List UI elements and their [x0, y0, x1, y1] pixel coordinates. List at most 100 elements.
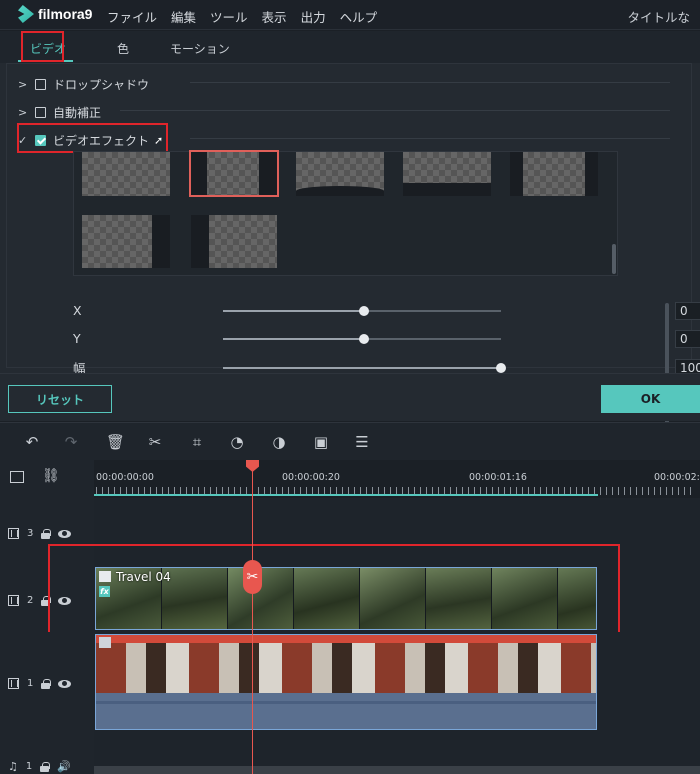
- logo-text: filmora9: [38, 6, 93, 22]
- effect-wave[interactable]: [296, 152, 384, 196]
- tab-motion[interactable]: モーション: [170, 40, 230, 57]
- color-icon[interactable]: ◑: [270, 433, 288, 451]
- eye-icon[interactable]: [58, 529, 72, 538]
- time-ruler[interactable]: 00:00:00:00 00:00:00:20 00:00:01:16 00:0…: [94, 460, 700, 498]
- video-clip-icon: [99, 637, 111, 648]
- slider-track[interactable]: 0: [223, 301, 700, 320]
- chevron-down-icon[interactable]: ✓: [18, 134, 28, 147]
- film-icon: [8, 678, 19, 689]
- effect-oval[interactable]: [82, 152, 170, 196]
- add-track-icon[interactable]: [10, 471, 24, 483]
- eye-icon[interactable]: [58, 596, 72, 605]
- track-video-3[interactable]: [94, 498, 700, 564]
- track-header-video-2: 2: [0, 564, 94, 632]
- lock-icon[interactable]: [40, 761, 50, 772]
- eye-icon[interactable]: [58, 679, 72, 688]
- clip-title: Travel 04: [116, 570, 171, 584]
- lock-icon[interactable]: [41, 595, 51, 606]
- green-screen-icon[interactable]: ▣: [312, 433, 330, 451]
- film-icon: [8, 595, 19, 606]
- effect-grid-scrollbar[interactable]: [612, 244, 616, 274]
- menu-help[interactable]: ヘルプ: [340, 7, 378, 26]
- panel-footer: リセット OK: [0, 373, 700, 421]
- tab-color[interactable]: 色: [117, 40, 129, 57]
- link-icon[interactable]: ⛓: [42, 468, 60, 484]
- slider-label: Y: [73, 331, 81, 346]
- section-video-effect[interactable]: ✓ ビデオエフェクト ➚: [18, 132, 163, 149]
- track-header-video-3: 3: [0, 498, 94, 564]
- slider-knob[interactable]: [359, 305, 369, 316]
- mouse-cursor-icon: ➚: [154, 134, 164, 147]
- active-tab-indicator: [18, 60, 73, 62]
- effect-side-bars[interactable]: [510, 152, 598, 196]
- effect-grid: [73, 150, 618, 276]
- timeline: ⛓ 00:00:00:00 00:00:00:20 00:00:01:16 00…: [0, 460, 700, 774]
- property-tabs: ビデオ 色 モーション: [0, 31, 700, 63]
- reset-button[interactable]: リセット: [8, 385, 112, 413]
- effect-circle[interactable]: [189, 150, 279, 197]
- effect-right-bar[interactable]: [82, 215, 170, 268]
- ok-button[interactable]: OK: [601, 385, 700, 413]
- project-title: タイトルな: [627, 10, 690, 25]
- lock-icon[interactable]: [41, 678, 51, 689]
- redo-icon[interactable]: ↷: [62, 433, 80, 451]
- menu-edit[interactable]: 編集: [171, 7, 196, 26]
- section-label: ドロップシャドウ: [53, 78, 150, 92]
- track-audio-1[interactable]: [94, 738, 700, 774]
- main-menu: ファイル 編集 ツール 表示 出力 ヘルプ: [107, 7, 377, 26]
- lock-icon[interactable]: [41, 528, 51, 539]
- track-header-audio-1: ♫ 1 🔊: [0, 738, 94, 774]
- music-note-icon: ♫: [8, 760, 18, 773]
- track-number: 1: [25, 761, 33, 772]
- tab-video[interactable]: ビデオ: [30, 40, 66, 57]
- undo-icon[interactable]: ↶: [23, 433, 41, 451]
- speaker-icon[interactable]: 🔊: [57, 760, 71, 773]
- audio-adjust-icon[interactable]: ☰: [353, 433, 371, 451]
- track-number: 2: [27, 595, 34, 606]
- app-logo: filmora9: [18, 5, 92, 23]
- split-scissors-button[interactable]: ✂: [243, 560, 262, 594]
- clip-main-video[interactable]: [95, 634, 597, 730]
- ruler-time-2: 00:00:01:16: [469, 472, 527, 483]
- y-value-field[interactable]: 0: [675, 329, 700, 348]
- auto-enhance-checkbox[interactable]: [35, 107, 46, 118]
- video-clip-icon: [99, 571, 111, 582]
- slider-y: Y 0: [73, 329, 700, 348]
- chevron-right-icon[interactable]: >: [18, 106, 28, 119]
- track-number: 1: [27, 678, 34, 689]
- divider: [120, 110, 670, 111]
- slider-track[interactable]: 0: [223, 329, 700, 348]
- section-label: 自動補正: [53, 106, 102, 120]
- width-value-field[interactable]: 100: [675, 358, 700, 373]
- section-drop-shadow[interactable]: > ドロップシャドウ: [18, 76, 149, 93]
- delete-icon[interactable]: 🗑: [106, 433, 125, 451]
- slider-knob[interactable]: [359, 333, 369, 344]
- playhead[interactable]: [252, 467, 253, 774]
- divider: [190, 82, 670, 83]
- video-effect-checkbox[interactable]: [35, 135, 46, 146]
- effect-bottom-bar[interactable]: [403, 152, 491, 196]
- ruler-time-1: 00:00:00:20: [282, 472, 340, 483]
- x-value-field[interactable]: 0: [675, 301, 700, 320]
- slider-label: 幅: [73, 361, 86, 373]
- fx-badge[interactable]: fx: [99, 586, 110, 597]
- slider-width: 幅 100: [73, 358, 700, 373]
- menu-tools[interactable]: ツール: [210, 7, 248, 26]
- ruler-range-line: [94, 494, 598, 496]
- slider-label: X: [73, 303, 82, 318]
- menu-export[interactable]: 出力: [301, 7, 326, 26]
- effect-left-bar[interactable]: [191, 215, 277, 268]
- slider-x: X 0: [73, 301, 700, 320]
- crop-icon[interactable]: ⌗: [188, 433, 206, 451]
- section-auto-enhance[interactable]: > 自動補正: [18, 104, 101, 121]
- clip-travel-04[interactable]: Travel 04 fx: [95, 567, 597, 630]
- menu-view[interactable]: 表示: [262, 7, 287, 26]
- speed-icon[interactable]: ◔: [228, 433, 246, 451]
- ruler-time-0: 00:00:00:00: [96, 472, 154, 483]
- slider-knob[interactable]: [496, 362, 506, 373]
- drop-shadow-checkbox[interactable]: [35, 79, 46, 90]
- cut-icon[interactable]: ✂: [146, 433, 164, 451]
- chevron-right-icon[interactable]: >: [18, 78, 28, 91]
- slider-track[interactable]: 100: [223, 358, 700, 373]
- menu-file[interactable]: ファイル: [107, 7, 157, 26]
